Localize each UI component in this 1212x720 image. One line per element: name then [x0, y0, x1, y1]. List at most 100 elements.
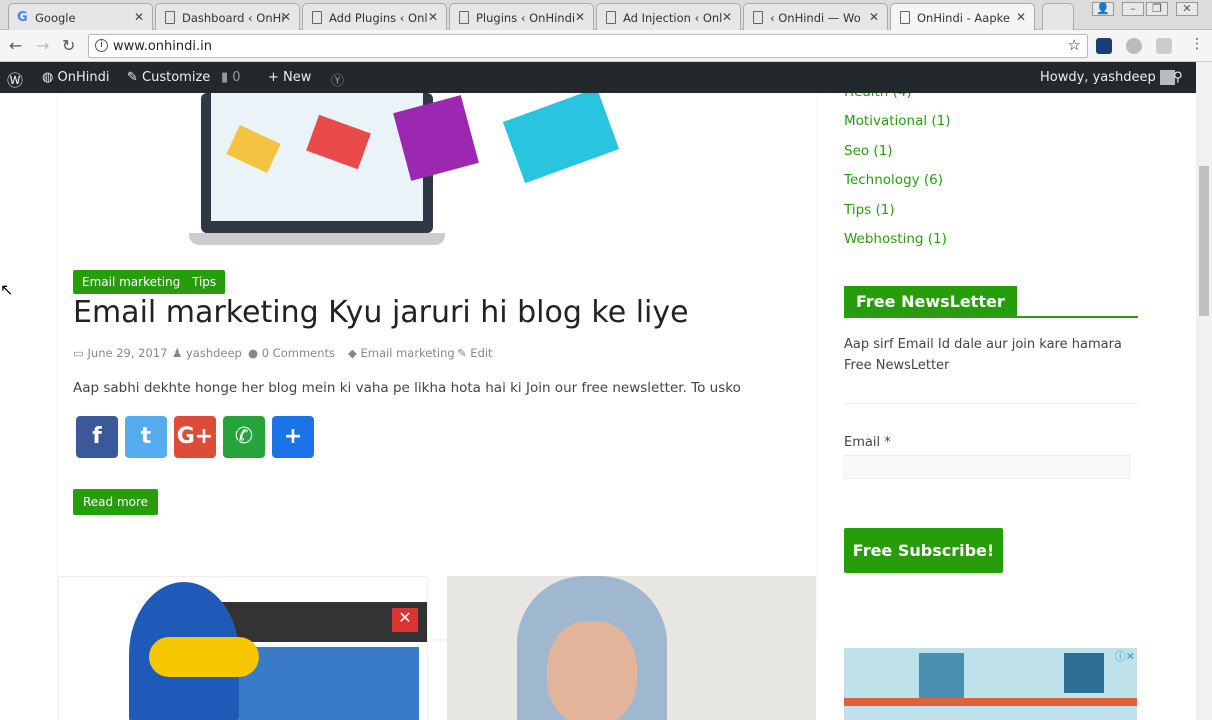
search-icon[interactable]: ⚲ — [1173, 70, 1183, 85]
read-more-button[interactable]: Read more — [73, 489, 159, 515]
hostgator-image[interactable]: ✕ — [58, 576, 428, 720]
divider — [844, 403, 1138, 404]
post-date[interactable]: ▭ June 29, 2017 — [73, 346, 167, 360]
post-author[interactable]: ♟ yashdeep — [172, 346, 242, 360]
tab-label: Add Plugins ‹ Onl — [329, 11, 428, 25]
comments-link[interactable]: ▮ 0 — [221, 70, 241, 85]
post-category[interactable]: ◆ Email marketing — [348, 346, 455, 360]
comments-count: 0 — [232, 70, 241, 85]
twitter-icon[interactable]: t — [125, 416, 167, 458]
wp-admin-bar: Ⓦ ◍ OnHindi ✎ Customize ▮ 0 + New Ⓨ Howd… — [0, 62, 1196, 93]
share-icon[interactable]: + — [272, 416, 314, 458]
tab-label: OnHindi - Aapke — [917, 11, 1010, 25]
page-icon — [165, 11, 175, 24]
close-icon[interactable]: ✕ — [134, 10, 144, 24]
category-link[interactable]: Seo (1) — [844, 143, 893, 159]
post-title[interactable]: Email marketing Kyu jaruri hi blog ke li… — [73, 295, 689, 330]
post-excerpt: Aap sabhi dekhte honge her blog mein ki … — [73, 380, 741, 396]
tab-dashboard[interactable]: Dashboard ‹ OnHi ✕ — [155, 3, 300, 30]
info-icon[interactable]: i — [95, 39, 108, 52]
ad-choices-close-icon[interactable]: ⓘ✕ — [1115, 648, 1135, 664]
category-link[interactable]: Health (4) — [844, 93, 912, 100]
email-input[interactable] — [844, 455, 1130, 479]
edit-link[interactable]: ✎ Edit — [457, 346, 493, 360]
menu-icon[interactable]: ⋮ — [1190, 36, 1204, 52]
newsletter-title: Free NewsLetter — [844, 286, 1017, 318]
close-window-button[interactable]: ✕ — [1176, 2, 1198, 16]
star-icon[interactable]: ☆ — [1068, 36, 1081, 54]
page-icon — [312, 11, 322, 24]
brush-icon: ✎ — [127, 70, 138, 85]
google-plus-icon[interactable]: G+ — [174, 416, 216, 458]
tag-email-marketing[interactable]: Email marketing — [73, 270, 190, 294]
close-icon[interactable]: ✕ — [428, 10, 438, 24]
featured-image-laptop[interactable] — [189, 93, 620, 245]
category-link[interactable]: Tips (1) — [844, 202, 895, 218]
new-link[interactable]: + New — [268, 70, 311, 85]
close-icon[interactable]: ✕ — [281, 10, 291, 24]
tag-tips[interactable]: Tips — [183, 270, 226, 294]
tab-google[interactable]: G Google ✕ — [8, 3, 153, 30]
comment-icon: ● — [248, 346, 259, 360]
maximize-button[interactable]: ❐ — [1146, 2, 1168, 16]
customize-label: Customize — [142, 70, 211, 85]
account-menu[interactable]: Howdy, yashdeep — [1040, 70, 1175, 85]
email-label: Email * — [844, 435, 891, 450]
customize-link[interactable]: ✎ Customize — [127, 70, 210, 85]
tab-label: Plugins ‹ OnHindi — [476, 11, 576, 25]
site-link[interactable]: ◍ OnHindi — [42, 70, 109, 85]
tab-label: Dashboard ‹ OnHi — [182, 11, 285, 25]
close-icon[interactable]: ✕ — [1016, 10, 1026, 24]
whatsapp-icon[interactable]: ✆ — [223, 416, 265, 458]
post-comments[interactable]: ● 0 Comments — [248, 346, 335, 360]
facebook-icon[interactable]: f — [76, 416, 118, 458]
new-tab-button[interactable] — [1042, 3, 1074, 30]
minimize-button[interactable]: – — [1122, 2, 1144, 16]
comments-text: 0 Comments — [261, 346, 336, 360]
category-link[interactable]: Webhosting (1) — [844, 231, 947, 247]
woman-image[interactable] — [447, 576, 816, 720]
tab-label: Google — [35, 11, 76, 25]
page-icon — [900, 11, 910, 24]
page-content: Email marketing Tips Email marketing Kyu… — [0, 93, 1196, 720]
close-icon[interactable]: ✕ — [869, 10, 879, 24]
tab-label: Ad Injection ‹ Onl — [623, 11, 723, 25]
address-bar[interactable]: i www.onhindi.in ☆ — [88, 34, 1088, 58]
date-text: June 29, 2017 — [87, 346, 168, 360]
tab-plugins[interactable]: Plugins ‹ OnHindi ✕ — [449, 3, 594, 30]
close-icon[interactable]: ✕ — [575, 10, 585, 24]
profile-icon[interactable]: 👤 — [1092, 2, 1114, 16]
scrollbar[interactable] — [1196, 62, 1212, 720]
tab-ad-injection[interactable]: Ad Injection ‹ Onl ✕ — [596, 3, 741, 30]
edit-text: Edit — [470, 346, 493, 360]
back-icon[interactable]: ← — [9, 36, 22, 55]
calendar-icon: ▭ — [73, 346, 84, 360]
page-icon — [459, 11, 469, 24]
dashboard-icon: ◍ — [42, 70, 54, 85]
yoast-icon[interactable]: Ⓨ — [331, 70, 344, 89]
extension-news-icon[interactable] — [1096, 38, 1112, 54]
wordpress-icon[interactable]: Ⓦ — [7, 67, 23, 91]
tab-bar: G Google ✕ Dashboard ‹ OnHi ✕ Add Plugins ‹… — [0, 0, 1212, 30]
category-link[interactable]: Technology (6) — [844, 172, 943, 188]
tab-onhindi-wp[interactable]: ‹ OnHindi — Wo ✕ — [743, 3, 888, 30]
extension-icon[interactable] — [1156, 38, 1172, 54]
mouse-cursor-icon: ↖ — [0, 280, 14, 299]
scrollbar-thumb[interactable] — [1199, 166, 1209, 316]
tab-add-plugins[interactable]: Add Plugins ‹ Onl ✕ — [302, 3, 447, 30]
reload-icon[interactable]: ↻ — [62, 36, 75, 55]
forward-icon[interactable]: → — [36, 36, 49, 55]
abp-icon[interactable] — [1126, 38, 1142, 54]
close-icon[interactable]: ✕ — [722, 10, 732, 24]
tab-onhindi-active[interactable]: OnHindi - Aapke ✕ — [890, 3, 1035, 30]
newsletter-text: Aap sirf Email Id dale aur join kare ham… — [844, 337, 1122, 373]
tab-label: ‹ OnHindi — Wo — [770, 11, 861, 25]
url-text: www.onhindi.in — [113, 39, 212, 54]
author-text: yashdeep — [185, 346, 242, 360]
advertisement-image[interactable]: ⓘ✕ — [844, 648, 1137, 720]
subscribe-button[interactable]: Free Subscribe! — [844, 528, 1003, 573]
post-card: Email marketing Tips Email marketing Kyu… — [58, 93, 816, 639]
comment-icon: ▮ — [221, 70, 229, 85]
browser-toolbar: ← → ↻ i www.onhindi.in ☆ ⋮ — [0, 30, 1212, 62]
category-link[interactable]: Motivational (1) — [844, 113, 951, 129]
